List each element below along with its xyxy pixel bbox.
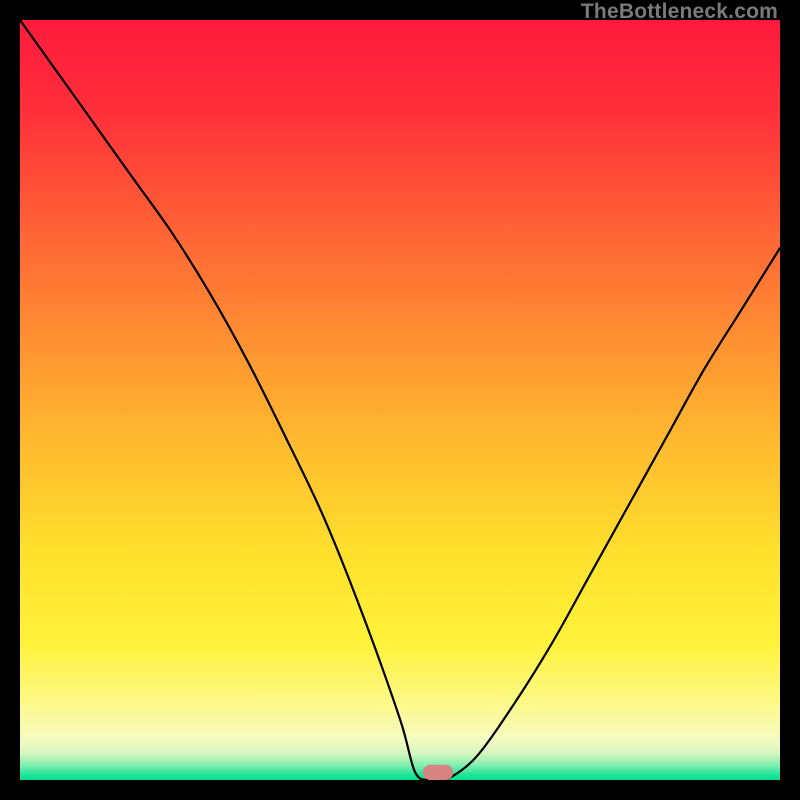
- bottleneck-chart: [20, 20, 780, 780]
- watermark-label: TheBottleneck.com: [581, 0, 778, 24]
- gradient-background: [20, 20, 780, 780]
- optimal-marker: [423, 765, 453, 780]
- chart-frame: TheBottleneck.com: [0, 0, 800, 800]
- plot-area: [20, 20, 780, 780]
